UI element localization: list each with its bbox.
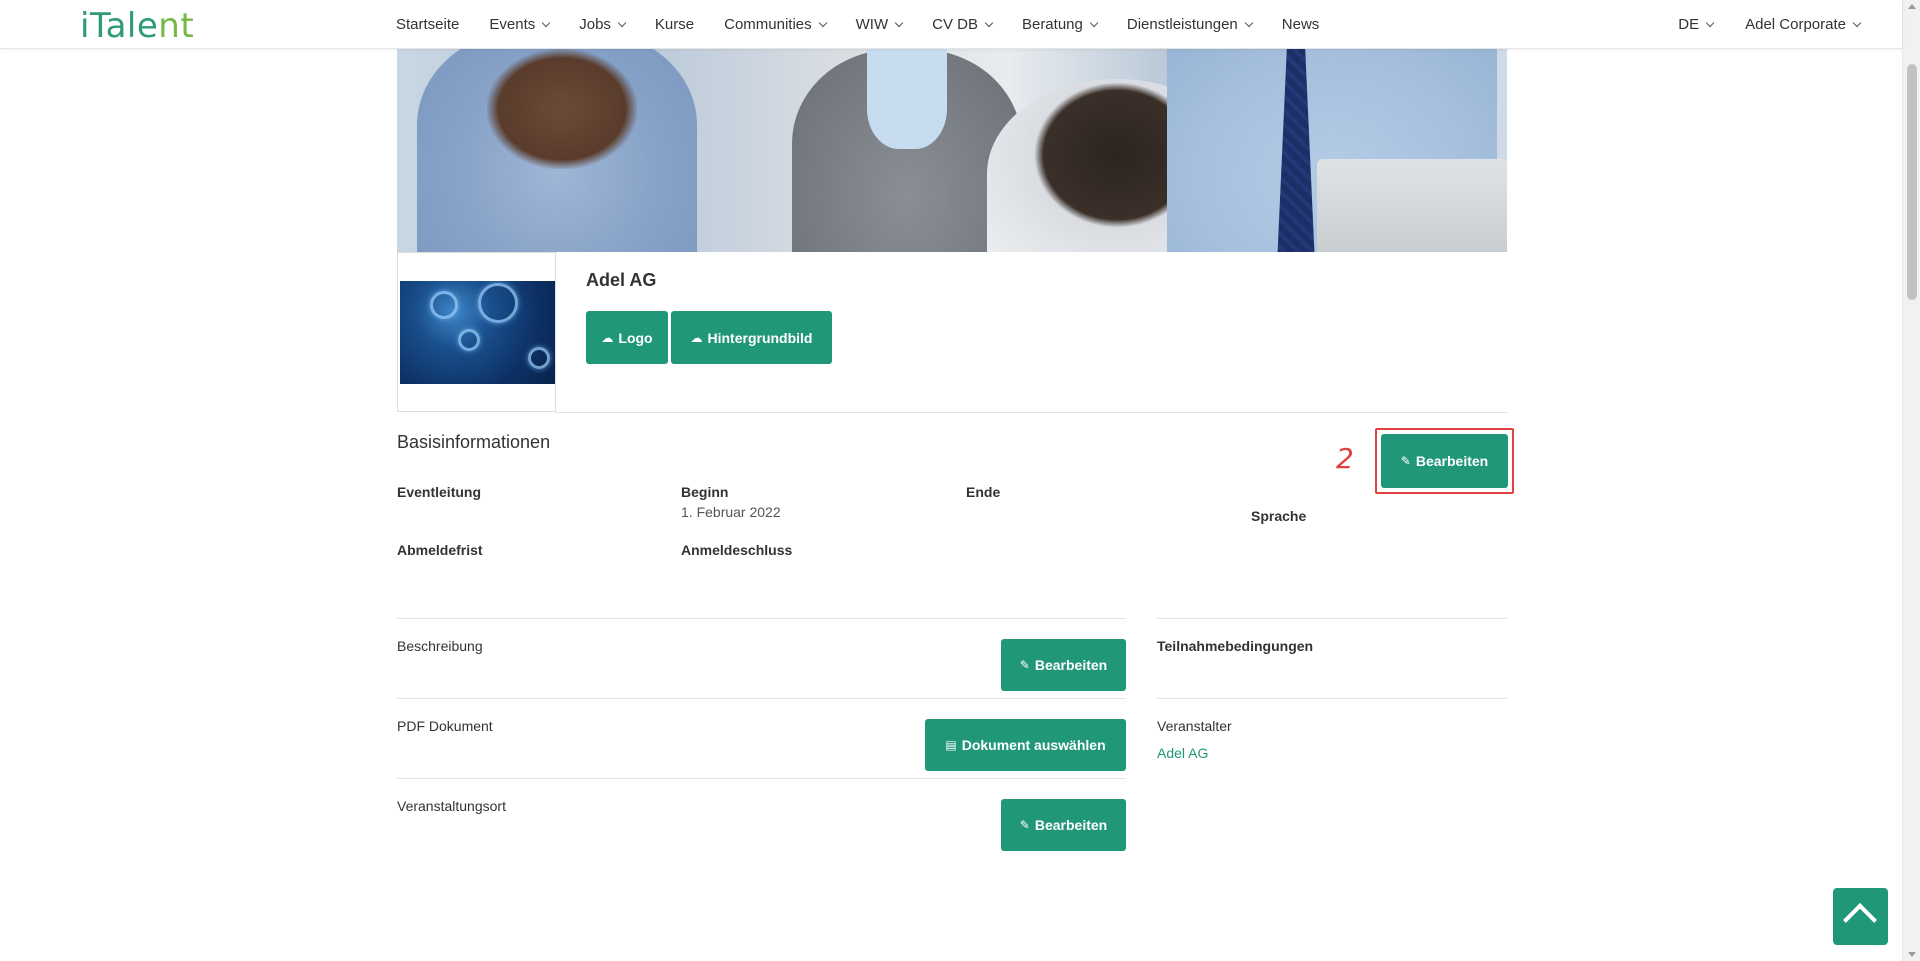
banner-collar xyxy=(867,49,947,149)
cloud-upload-icon: ☁ xyxy=(601,330,614,345)
field-sprache: Sprache xyxy=(1251,508,1307,524)
divider xyxy=(397,618,1126,619)
basis-title: Basisinformationen xyxy=(397,432,551,452)
nav-item-startseite[interactable]: Startseite xyxy=(396,16,459,33)
logo-ring xyxy=(528,347,550,369)
logo-ring xyxy=(430,291,458,319)
cloud-upload-icon: ☁ xyxy=(690,330,703,345)
scrollbar-thumb[interactable] xyxy=(1907,64,1917,300)
file-pdf-icon: ▤ xyxy=(945,738,957,752)
scroll-up-icon[interactable] xyxy=(1908,4,1916,9)
nav-label: News xyxy=(1281,16,1320,33)
chevron-down-icon xyxy=(1852,18,1862,27)
chevron-down-icon xyxy=(894,18,904,27)
chevron-down-icon xyxy=(541,18,551,27)
button-label: Dokument auswählen xyxy=(961,737,1106,753)
company-name: Adel AG xyxy=(586,270,657,290)
nav-item-news[interactable]: News xyxy=(1282,16,1320,33)
veranstalter-link[interactable]: Adel AG xyxy=(1157,745,1208,761)
divider xyxy=(397,698,1126,699)
nav-label: Kurse xyxy=(654,16,695,33)
banner-hands xyxy=(487,49,637,169)
field-abmeldefrist: Abmeldefrist xyxy=(397,542,483,558)
nav-item-communities[interactable]: Communities xyxy=(724,16,827,33)
upload-logo-button[interactable]: ☁ Logo xyxy=(586,311,668,364)
banner-laptop xyxy=(1317,159,1507,252)
button-label: Bearbeiten xyxy=(1415,453,1489,469)
page-scrollbar[interactable] xyxy=(1902,0,1920,961)
nav-label: Jobs xyxy=(579,16,611,33)
beschreibung-edit-button[interactable]: ✎ Bearbeiten xyxy=(1001,639,1126,691)
nav-label: CV DB xyxy=(932,16,978,33)
nav-label: Startseite xyxy=(396,16,460,33)
divider xyxy=(397,778,1126,779)
company-logo-box xyxy=(397,252,556,412)
nav-item-jobs[interactable]: Jobs xyxy=(579,16,627,33)
field-anmeldeschluss: Anmeldeschluss xyxy=(681,542,793,558)
field-beginn: Beginn xyxy=(681,484,729,500)
pdf-label: PDF Dokument xyxy=(397,718,493,734)
italent-logo[interactable]: i Tale nt xyxy=(80,6,195,46)
field-eventleitung: Eventleitung xyxy=(397,484,482,500)
divider xyxy=(1157,618,1507,619)
veranstaltungsort-edit-button[interactable]: ✎ Bearbeiten xyxy=(1001,799,1126,851)
beschreibung-label: Beschreibung xyxy=(397,638,483,654)
button-label: Bearbeiten xyxy=(1034,657,1108,673)
upload-background-button[interactable]: ☁ Hintergrundbild xyxy=(671,311,832,364)
pencil-icon: ✎ xyxy=(1019,818,1030,832)
nav-right: DE Adel Corporate xyxy=(1646,0,1862,49)
divider xyxy=(556,412,1507,413)
veranstaltungsort-label: Veranstaltungsort xyxy=(397,798,506,814)
chevron-down-icon xyxy=(984,18,994,27)
chevron-down-icon xyxy=(1244,18,1254,27)
chevron-down-icon xyxy=(617,18,627,27)
logo-text-nt: nt xyxy=(158,6,195,46)
logo-text-i: i xyxy=(80,6,90,46)
teilnahmebedingungen-label: Teilnahmebedingungen xyxy=(1157,638,1314,654)
nav-item-cv-db[interactable]: CV DB xyxy=(932,16,994,33)
nav-item-beratung[interactable]: Beratung xyxy=(1021,16,1099,33)
divider xyxy=(1157,698,1507,699)
nav-item-dienstleistungen[interactable]: Dienstleistungen xyxy=(1126,16,1254,33)
account-menu[interactable]: Adel Corporate xyxy=(1745,16,1862,33)
top-navbar: i Tale nt Startseite Events Jobs Kurse Com… xyxy=(0,0,1902,49)
company-logo-image xyxy=(400,281,555,384)
scroll-down-icon[interactable] xyxy=(1908,952,1916,957)
chevron-down-icon xyxy=(818,18,827,27)
nav-item-kurse[interactable]: Kurse xyxy=(655,16,694,33)
annotation-number: 2 xyxy=(1336,442,1354,475)
background-banner-image xyxy=(397,49,1507,252)
language-label: DE xyxy=(1678,16,1700,33)
nav-item-events[interactable]: Events xyxy=(489,16,551,33)
back-to-top-button[interactable] xyxy=(1833,888,1888,945)
chevron-up-icon xyxy=(1843,903,1877,937)
field-beginn-value: 1. Februar 2022 xyxy=(681,504,781,520)
button-label: Bearbeiten xyxy=(1034,817,1108,833)
basis-edit-button[interactable]: ✎ Bearbeiten xyxy=(1381,434,1508,488)
field-ende: Ende xyxy=(966,484,1001,500)
main-nav: Startseite Events Jobs Kurse Communities… xyxy=(396,0,1349,49)
logo-text-tale: Tale xyxy=(89,6,159,46)
nav-label: Events xyxy=(489,16,536,33)
nav-label: Communities xyxy=(724,16,812,33)
nav-label: Beratung xyxy=(1021,16,1083,33)
veranstalter-label: Veranstalter xyxy=(1157,718,1232,734)
button-label: Hintergrundbild xyxy=(707,329,813,346)
pdf-select-button[interactable]: ▤ Dokument auswählen xyxy=(925,719,1126,771)
chevron-down-icon xyxy=(1705,18,1715,27)
logo-ring xyxy=(478,283,518,323)
button-label: Logo xyxy=(618,329,653,346)
logo-ring xyxy=(458,329,480,351)
pencil-icon: ✎ xyxy=(1019,658,1030,672)
nav-label: WIW xyxy=(855,16,889,33)
nav-label: Dienstleistungen xyxy=(1126,16,1238,33)
account-label: Adel Corporate xyxy=(1745,16,1846,33)
pencil-icon: ✎ xyxy=(1400,454,1411,468)
nav-item-wiw[interactable]: WIW xyxy=(855,16,904,33)
language-selector[interactable]: DE xyxy=(1678,16,1715,33)
chevron-down-icon xyxy=(1089,18,1099,27)
